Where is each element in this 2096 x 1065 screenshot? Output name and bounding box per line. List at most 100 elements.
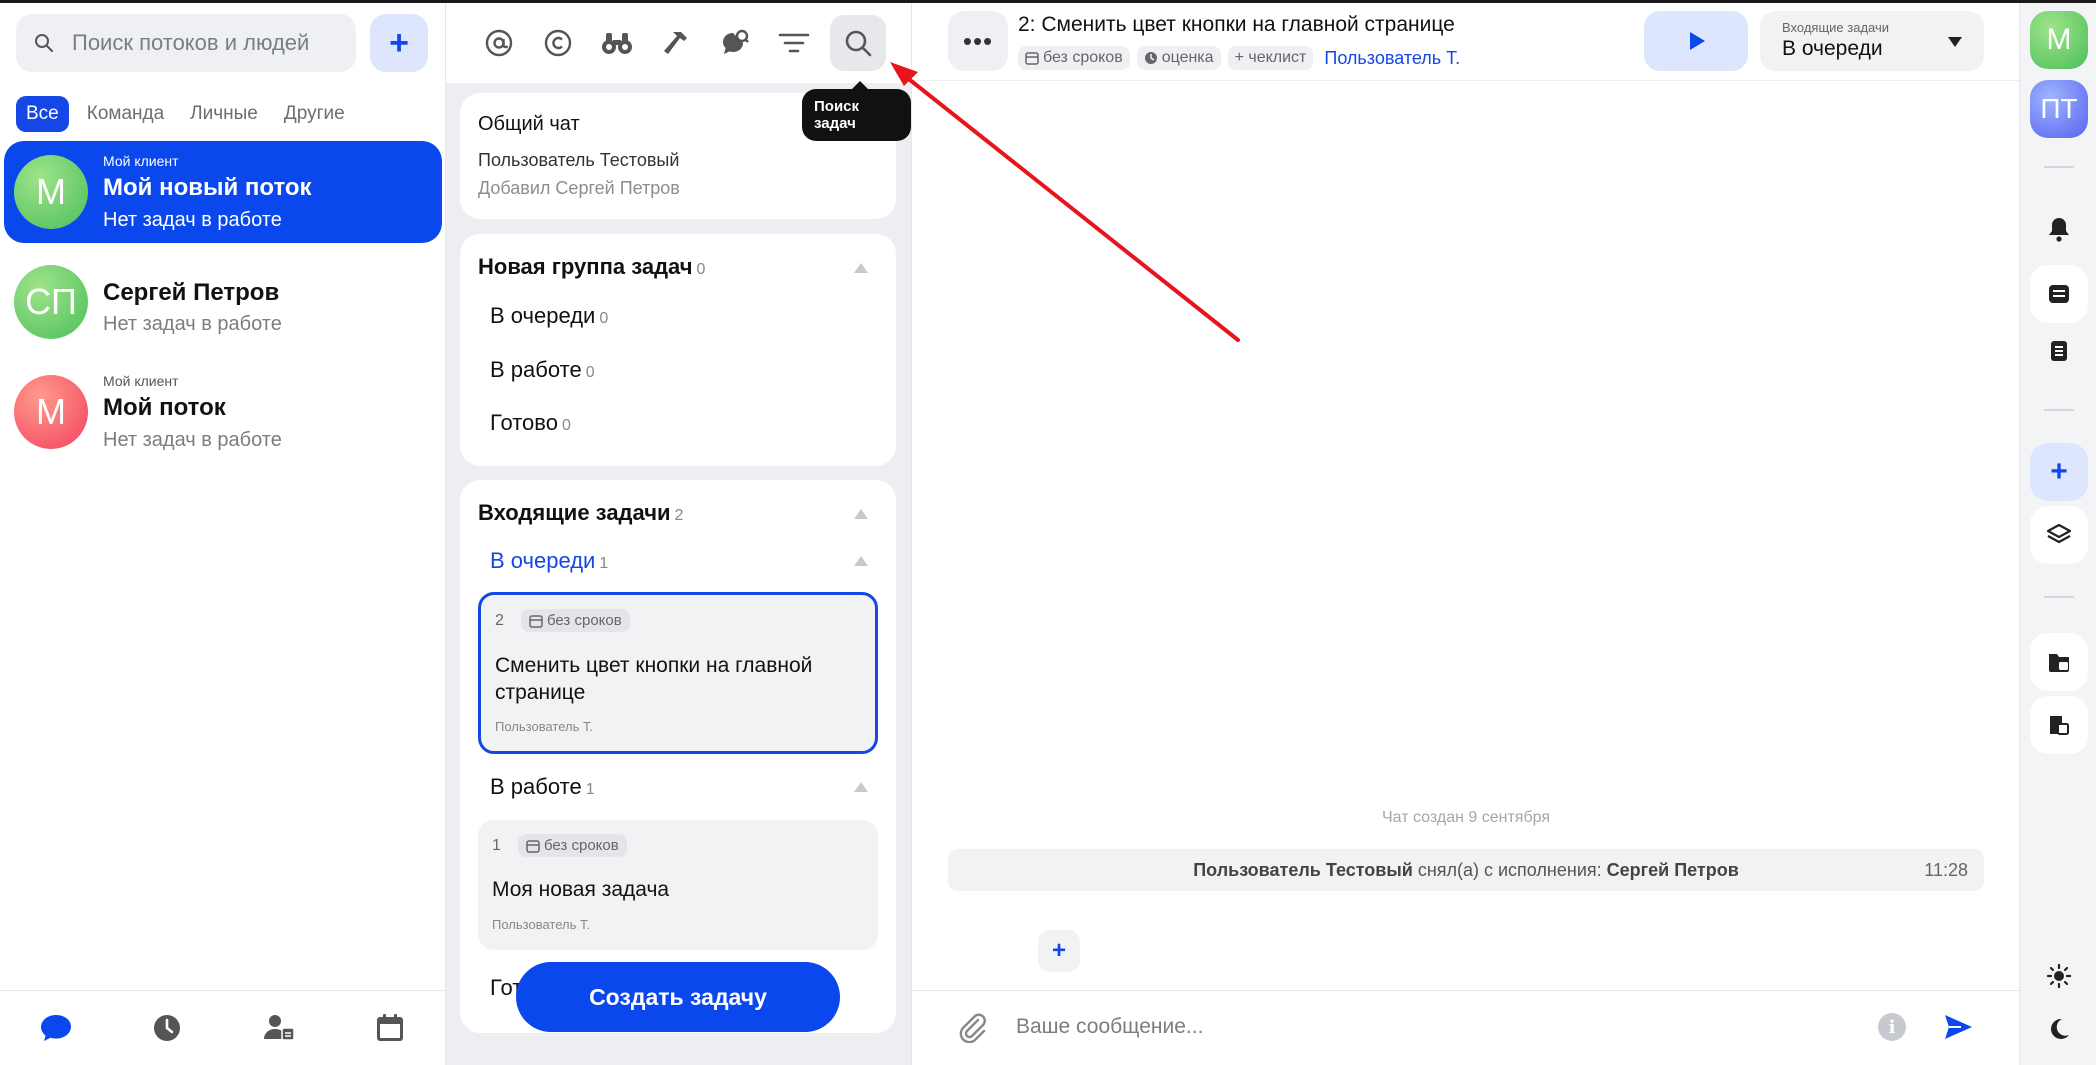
chevron-down-icon <box>1948 37 1962 47</box>
filter-personal[interactable]: Личные <box>182 96 266 132</box>
task-title: Сменить цвет кнопки на главной странице <box>495 654 813 704</box>
calendar-icon[interactable] <box>370 1008 410 1048</box>
filter-other[interactable]: Другие <box>276 96 353 132</box>
light-theme-button[interactable] <box>2030 947 2088 1005</box>
calendar-icon <box>529 614 543 628</box>
task-assignee-link[interactable]: Пользователь Т. <box>1324 48 1460 69</box>
stream-item[interactable]: СП Сергей Петров Нет задач в работе <box>4 251 442 353</box>
rail-divider <box>2044 409 2074 411</box>
rail-add-button[interactable]: + <box>2030 443 2088 501</box>
collapse-arrow-icon[interactable] <box>854 556 868 566</box>
collapse-arrow-icon[interactable] <box>854 509 868 519</box>
subgroup-in-work[interactable]: В работе 0 <box>490 357 595 383</box>
deadline-chip[interactable]: без сроков <box>1018 46 1130 70</box>
filter-all[interactable]: Все <box>16 96 69 132</box>
stream-title: Мой новый поток <box>103 174 312 201</box>
copyright-icon[interactable] <box>535 20 581 66</box>
general-chat-preview: Добавил Сергей Петров <box>478 178 680 198</box>
stream-item[interactable]: М Мой клиент Мой новый поток Нет задач в… <box>4 141 442 243</box>
subgroup-queue[interactable]: В очереди 1 <box>490 548 608 574</box>
avatar: М <box>14 375 88 449</box>
board-icon <box>2049 285 2069 303</box>
task-chat: ••• 2: Сменить цвет кнопки на главной ст… <box>911 3 2020 1065</box>
layers-button[interactable] <box>2030 506 2088 564</box>
subgroup-queue[interactable]: В очереди 0 <box>490 303 608 329</box>
chat-icon[interactable] <box>36 1008 76 1048</box>
contacts-icon[interactable] <box>259 1008 299 1048</box>
task-meta: без сроков оценка + чеклист Пользователь… <box>1018 46 1460 70</box>
deadline-chip[interactable]: без сроков <box>521 609 630 632</box>
start-task-button[interactable] <box>1644 11 1748 71</box>
group-title[interactable]: Входящие задачи 2 <box>478 500 683 526</box>
collapse-arrow-icon[interactable] <box>854 263 868 273</box>
collapse-arrow-icon[interactable] <box>854 782 868 792</box>
task-group-incoming: Входящие задачи 2 В очереди 1 2 без сроков… <box>460 480 896 1033</box>
group-count: 2 <box>674 507 684 524</box>
task-search-button[interactable] <box>830 15 886 71</box>
tooltip-task-search: Поиск задач <box>802 81 911 141</box>
clock-icon[interactable] <box>147 1008 187 1048</box>
general-chat-title: Общий чат <box>478 113 580 135</box>
task-card[interactable]: 2 без сроков Сменить цвет кнопки на глав… <box>478 592 878 754</box>
info-icon[interactable]: i <box>1878 1013 1906 1041</box>
bell-icon <box>2049 218 2069 242</box>
add-reaction-button[interactable]: + <box>1038 930 1080 972</box>
user-avatar[interactable]: М <box>2030 11 2088 69</box>
stream-item[interactable]: М Мой клиент Мой поток Нет задач в работ… <box>4 361 442 463</box>
subgroup-in-work[interactable]: В работе 1 <box>490 774 595 800</box>
clock-icon <box>1144 52 1157 64</box>
filter-team[interactable]: Команда <box>79 96 172 132</box>
send-icon[interactable] <box>1942 1011 1974 1048</box>
calendar-icon <box>526 839 540 853</box>
calendar-icon <box>1025 52 1039 65</box>
task-card[interactable]: 1 без сроков Моя новая задача Пользовате… <box>478 820 878 950</box>
task-assignee: Пользователь Т. <box>495 719 594 734</box>
tasks-panel-button[interactable] <box>2030 265 2088 323</box>
task-number: 2 <box>495 612 504 629</box>
rail-divider <box>2044 166 2074 168</box>
notifications-button[interactable] <box>2030 200 2088 258</box>
moon-icon <box>2051 1018 2069 1039</box>
streams-search[interactable] <box>16 14 356 72</box>
document-icon <box>2051 341 2067 361</box>
hammer-icon[interactable] <box>653 20 699 66</box>
task-status-select[interactable]: Входящие задачи В очереди <box>1760 11 1984 71</box>
estimate-chip[interactable]: оценка <box>1136 46 1221 70</box>
system-message: Пользователь Тестовый снял(а) с исполнен… <box>948 849 1984 891</box>
integration-button[interactable] <box>2030 696 2088 754</box>
streams-sidebar: + Все Команда Личные Другие М Мой клиент… <box>0 3 446 1065</box>
dark-theme-button[interactable] <box>2030 1000 2088 1058</box>
tasks-column: Поиск задач Общий чат Вт Пользователь Те… <box>446 3 911 1065</box>
task-group-new: Новая группа задач 0 В очереди 0 В работе 0… <box>460 234 896 466</box>
general-chat-author: Пользователь Тестовый <box>478 150 680 170</box>
layers-icon <box>2046 523 2072 544</box>
binoculars-icon[interactable] <box>594 20 640 66</box>
notes-panel-button[interactable] <box>2030 322 2088 380</box>
tasks-toolbar <box>446 3 911 83</box>
filter-icon[interactable] <box>771 20 817 66</box>
search-icon <box>35 34 53 52</box>
status-group-label: Входящие задачи <box>1782 20 1890 35</box>
rail-divider <box>2044 596 2074 598</box>
chat-search-icon[interactable] <box>712 20 758 66</box>
mention-icon[interactable] <box>476 20 522 66</box>
create-task-button[interactable]: Создать задачу <box>516 962 840 1032</box>
attach-icon[interactable] <box>956 1011 988 1048</box>
integration-button[interactable] <box>2030 633 2088 691</box>
deadline-chip[interactable]: без сроков <box>518 834 627 857</box>
bottom-nav <box>0 990 446 1065</box>
group-count: 0 <box>696 261 706 278</box>
subgroup-done[interactable]: Готово 0 <box>490 410 571 436</box>
task-assignee: Пользователь Т. <box>492 917 591 932</box>
message-composer: i <box>912 990 2020 1065</box>
more-options-button[interactable]: ••• <box>948 11 1008 71</box>
checklist-chip[interactable]: + чеклист <box>1227 46 1314 70</box>
user-avatar[interactable]: ПТ <box>2030 80 2088 138</box>
message-time: 11:28 <box>1924 860 1968 880</box>
add-stream-button[interactable]: + <box>370 14 428 72</box>
group-title[interactable]: Новая группа задач 0 <box>478 254 705 280</box>
streams-search-input[interactable] <box>72 30 342 56</box>
stream-list: М Мой клиент Мой новый поток Нет задач в… <box>4 141 442 471</box>
message-input[interactable] <box>1016 1009 1716 1045</box>
play-icon <box>1690 32 1705 50</box>
